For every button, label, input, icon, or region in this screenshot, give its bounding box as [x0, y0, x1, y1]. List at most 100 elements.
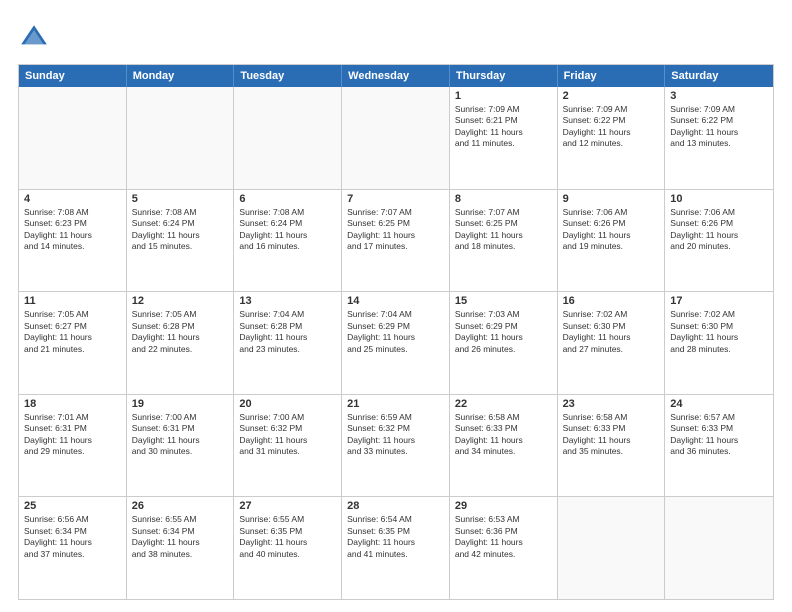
- day-info: Sunrise: 7:08 AMSunset: 6:23 PMDaylight:…: [24, 207, 121, 253]
- day-info: Sunrise: 7:00 AMSunset: 6:32 PMDaylight:…: [239, 412, 336, 458]
- day-number: 25: [24, 500, 121, 512]
- day-info: Sunrise: 7:04 AMSunset: 6:29 PMDaylight:…: [347, 309, 444, 355]
- calendar-cell: 5 Sunrise: 7:08 AMSunset: 6:24 PMDaylight…: [127, 190, 235, 292]
- day-info: Sunrise: 7:07 AMSunset: 6:25 PMDaylight:…: [455, 207, 552, 253]
- calendar-row: 18 Sunrise: 7:01 AMSunset: 6:31 PMDayligh…: [19, 394, 773, 497]
- day-info: Sunrise: 7:02 AMSunset: 6:30 PMDaylight:…: [563, 309, 660, 355]
- day-number: 5: [132, 193, 229, 205]
- calendar-cell: 21 Sunrise: 6:59 AMSunset: 6:32 PMDayligh…: [342, 395, 450, 497]
- calendar-row: 25 Sunrise: 6:56 AMSunset: 6:34 PMDayligh…: [19, 496, 773, 599]
- day-number: 24: [670, 398, 768, 410]
- day-info: Sunrise: 6:55 AMSunset: 6:34 PMDaylight:…: [132, 514, 229, 560]
- calendar-cell: 14 Sunrise: 7:04 AMSunset: 6:29 PMDayligh…: [342, 292, 450, 394]
- calendar-header-cell: Monday: [127, 65, 235, 87]
- day-number: 17: [670, 295, 768, 307]
- day-number: 16: [563, 295, 660, 307]
- calendar-cell: 9 Sunrise: 7:06 AMSunset: 6:26 PMDaylight…: [558, 190, 666, 292]
- day-info: Sunrise: 6:58 AMSunset: 6:33 PMDaylight:…: [563, 412, 660, 458]
- day-number: 22: [455, 398, 552, 410]
- calendar-cell: [127, 87, 235, 189]
- calendar-cell: 28Sunrise: 6:54 AMSunset: 6:35 PMDayligh…: [342, 497, 450, 599]
- calendar-cell: 20 Sunrise: 7:00 AMSunset: 6:32 PMDayligh…: [234, 395, 342, 497]
- calendar-cell: 10 Sunrise: 7:06 AMSunset: 6:26 PMDayligh…: [665, 190, 773, 292]
- day-info: Sunrise: 6:56 AMSunset: 6:34 PMDaylight:…: [24, 514, 121, 560]
- day-number: 7: [347, 193, 444, 205]
- logo-icon: [18, 22, 50, 54]
- calendar-cell: 3 Sunrise: 7:09 AMSunset: 6:22 PMDaylight…: [665, 87, 773, 189]
- calendar-cell: 26 Sunrise: 6:55 AMSunset: 6:34 PMDayligh…: [127, 497, 235, 599]
- day-info: Sunrise: 6:54 AMSunset: 6:35 PMDaylight:…: [347, 514, 444, 560]
- calendar-cell: [19, 87, 127, 189]
- day-info: Sunrise: 7:05 AMSunset: 6:27 PMDaylight:…: [24, 309, 121, 355]
- calendar-cell: 15Sunrise: 7:03 AMSunset: 6:29 PMDayligh…: [450, 292, 558, 394]
- calendar-header-cell: Wednesday: [342, 65, 450, 87]
- day-number: 18: [24, 398, 121, 410]
- day-info: Sunrise: 7:09 AMSunset: 6:22 PMDaylight:…: [563, 104, 660, 150]
- logo: [18, 22, 54, 54]
- day-number: 29: [455, 500, 552, 512]
- calendar-cell: 25 Sunrise: 6:56 AMSunset: 6:34 PMDayligh…: [19, 497, 127, 599]
- calendar-cell: 18 Sunrise: 7:01 AMSunset: 6:31 PMDayligh…: [19, 395, 127, 497]
- day-number: 4: [24, 193, 121, 205]
- day-number: 9: [563, 193, 660, 205]
- day-number: 12: [132, 295, 229, 307]
- calendar-header-cell: Saturday: [665, 65, 773, 87]
- day-info: Sunrise: 7:00 AMSunset: 6:31 PMDaylight:…: [132, 412, 229, 458]
- day-info: Sunrise: 6:59 AMSunset: 6:32 PMDaylight:…: [347, 412, 444, 458]
- day-number: 21: [347, 398, 444, 410]
- calendar-header-cell: Tuesday: [234, 65, 342, 87]
- day-info: Sunrise: 7:03 AMSunset: 6:29 PMDaylight:…: [455, 309, 552, 355]
- calendar-row: 1 Sunrise: 7:09 AMSunset: 6:21 PMDaylight…: [19, 87, 773, 189]
- calendar-cell: 23 Sunrise: 6:58 AMSunset: 6:33 PMDayligh…: [558, 395, 666, 497]
- calendar-cell: 29Sunrise: 6:53 AMSunset: 6:36 PMDayligh…: [450, 497, 558, 599]
- calendar-row: 11Sunrise: 7:05 AMSunset: 6:27 PMDayligh…: [19, 291, 773, 394]
- day-info: Sunrise: 6:57 AMSunset: 6:33 PMDaylight:…: [670, 412, 768, 458]
- calendar-header-cell: Thursday: [450, 65, 558, 87]
- day-info: Sunrise: 7:09 AMSunset: 6:21 PMDaylight:…: [455, 104, 552, 150]
- day-number: 6: [239, 193, 336, 205]
- calendar-cell: [665, 497, 773, 599]
- calendar-cell: 22 Sunrise: 6:58 AMSunset: 6:33 PMDayligh…: [450, 395, 558, 497]
- day-number: 3: [670, 90, 768, 102]
- calendar-cell: 4 Sunrise: 7:08 AMSunset: 6:23 PMDaylight…: [19, 190, 127, 292]
- calendar-cell: 17 Sunrise: 7:02 AMSunset: 6:30 PMDayligh…: [665, 292, 773, 394]
- day-info: Sunrise: 7:01 AMSunset: 6:31 PMDaylight:…: [24, 412, 121, 458]
- calendar-header: SundayMondayTuesdayWednesdayThursdayFrid…: [19, 65, 773, 87]
- day-number: 20: [239, 398, 336, 410]
- day-number: 10: [670, 193, 768, 205]
- day-number: 1: [455, 90, 552, 102]
- calendar-cell: 27 Sunrise: 6:55 AMSunset: 6:35 PMDayligh…: [234, 497, 342, 599]
- day-number: 13: [239, 295, 336, 307]
- calendar-body: 1 Sunrise: 7:09 AMSunset: 6:21 PMDaylight…: [19, 87, 773, 599]
- day-info: Sunrise: 6:58 AMSunset: 6:33 PMDaylight:…: [455, 412, 552, 458]
- day-number: 14: [347, 295, 444, 307]
- day-info: Sunrise: 7:08 AMSunset: 6:24 PMDaylight:…: [132, 207, 229, 253]
- calendar-cell: 16 Sunrise: 7:02 AMSunset: 6:30 PMDayligh…: [558, 292, 666, 394]
- calendar-header-cell: Sunday: [19, 65, 127, 87]
- day-number: 26: [132, 500, 229, 512]
- calendar-cell: 1 Sunrise: 7:09 AMSunset: 6:21 PMDaylight…: [450, 87, 558, 189]
- day-info: Sunrise: 7:05 AMSunset: 6:28 PMDaylight:…: [132, 309, 229, 355]
- calendar-cell: 13 Sunrise: 7:04 AMSunset: 6:28 PMDayligh…: [234, 292, 342, 394]
- page: SundayMondayTuesdayWednesdayThursdayFrid…: [0, 0, 792, 612]
- day-number: 8: [455, 193, 552, 205]
- day-info: Sunrise: 7:04 AMSunset: 6:28 PMDaylight:…: [239, 309, 336, 355]
- day-info: Sunrise: 7:06 AMSunset: 6:26 PMDaylight:…: [563, 207, 660, 253]
- day-number: 23: [563, 398, 660, 410]
- day-info: Sunrise: 7:02 AMSunset: 6:30 PMDaylight:…: [670, 309, 768, 355]
- header: [18, 18, 774, 54]
- calendar-cell: 11Sunrise: 7:05 AMSunset: 6:27 PMDayligh…: [19, 292, 127, 394]
- calendar-cell: 12 Sunrise: 7:05 AMSunset: 6:28 PMDayligh…: [127, 292, 235, 394]
- day-number: 19: [132, 398, 229, 410]
- calendar-cell: 24 Sunrise: 6:57 AMSunset: 6:33 PMDayligh…: [665, 395, 773, 497]
- day-info: Sunrise: 7:09 AMSunset: 6:22 PMDaylight:…: [670, 104, 768, 150]
- calendar-cell: [342, 87, 450, 189]
- day-info: Sunrise: 6:55 AMSunset: 6:35 PMDaylight:…: [239, 514, 336, 560]
- day-info: Sunrise: 7:07 AMSunset: 6:25 PMDaylight:…: [347, 207, 444, 253]
- calendar-cell: 8 Sunrise: 7:07 AMSunset: 6:25 PMDaylight…: [450, 190, 558, 292]
- calendar-cell: 19 Sunrise: 7:00 AMSunset: 6:31 PMDayligh…: [127, 395, 235, 497]
- day-info: Sunrise: 7:06 AMSunset: 6:26 PMDaylight:…: [670, 207, 768, 253]
- day-number: 27: [239, 500, 336, 512]
- calendar-cell: 7 Sunrise: 7:07 AMSunset: 6:25 PMDaylight…: [342, 190, 450, 292]
- day-info: Sunrise: 7:08 AMSunset: 6:24 PMDaylight:…: [239, 207, 336, 253]
